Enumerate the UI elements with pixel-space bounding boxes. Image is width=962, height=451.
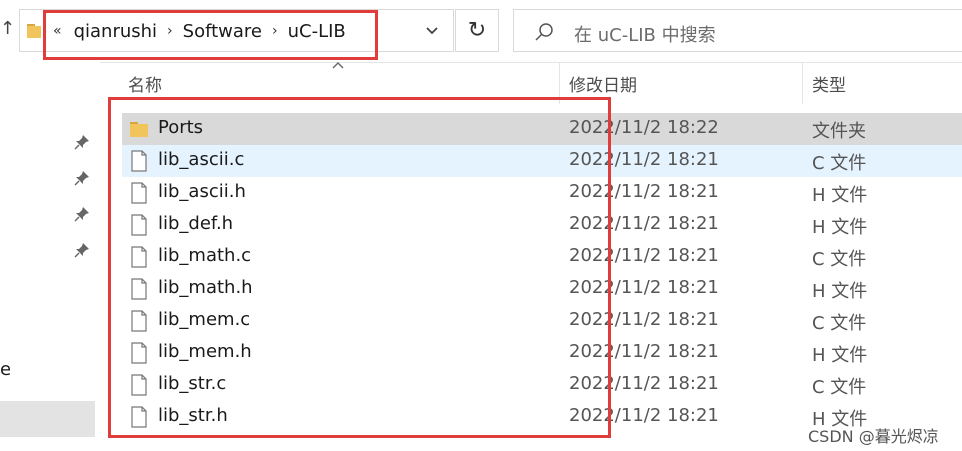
file-row[interactable]: lib_mem.c 2022/11/2 18:21 C 文件 <box>122 305 962 337</box>
file-row[interactable]: lib_def.h 2022/11/2 18:21 H 文件 <box>122 209 962 241</box>
file-row[interactable]: lib_math.c 2022/11/2 18:21 C 文件 <box>122 241 962 273</box>
file-type: C 文件 <box>812 249 867 270</box>
file-icon <box>129 214 149 236</box>
column-header-name[interactable]: 名称 <box>122 62 559 104</box>
pin-icon[interactable] <box>74 242 90 258</box>
file-name: lib_mem.c <box>158 309 251 330</box>
file-icon <box>129 342 149 364</box>
file-date: 2022/11/2 18:21 <box>569 405 719 426</box>
pin-icon[interactable] <box>74 170 90 186</box>
file-row[interactable]: lib_math.h 2022/11/2 18:21 H 文件 <box>122 273 962 305</box>
file-date: 2022/11/2 18:21 <box>569 149 719 170</box>
file-row[interactable]: lib_ascii.h 2022/11/2 18:21 H 文件 <box>122 177 962 209</box>
file-date: 2022/11/2 18:21 <box>569 373 719 394</box>
search-icon <box>535 23 553 41</box>
file-name: lib_math.c <box>158 245 252 266</box>
file-type: C 文件 <box>812 313 867 334</box>
column-date-label: 修改日期 <box>569 75 637 96</box>
file-name: lib_str.c <box>158 373 227 394</box>
file-date: 2022/11/2 18:21 <box>569 181 719 202</box>
file-row[interactable]: lib_str.c 2022/11/2 18:21 C 文件 <box>122 369 962 401</box>
pin-icon[interactable] <box>74 134 90 150</box>
file-type: H 文件 <box>812 217 868 238</box>
file-date: 2022/11/2 18:21 <box>569 213 719 234</box>
file-row[interactable]: lib_mem.h 2022/11/2 18:21 H 文件 <box>122 337 962 369</box>
address-bar[interactable]: « qianrushi › Software › uC-LIB <box>19 9 454 52</box>
file-type: 文件夹 <box>812 121 866 142</box>
column-type-label: 类型 <box>812 75 846 96</box>
breadcrumb-item-software[interactable]: Software <box>183 21 262 42</box>
up-arrow-icon[interactable]: ↑ <box>0 18 12 39</box>
file-row[interactable]: lib_ascii.c 2022/11/2 18:21 C 文件 <box>122 145 962 177</box>
file-name: lib_ascii.h <box>158 181 246 202</box>
breadcrumb-item-qianrushi[interactable]: qianrushi <box>74 21 157 42</box>
watermark: CSDN @暮光烬凉 <box>808 427 939 446</box>
file-icon <box>129 278 149 300</box>
file-name: lib_mem.h <box>158 341 252 362</box>
file-date: 2022/11/2 18:21 <box>569 245 719 266</box>
overflow-chevron-icon[interactable]: « <box>53 23 62 39</box>
file-name: lib_str.h <box>158 405 228 426</box>
folder-icon <box>129 118 149 140</box>
chevron-right-icon[interactable]: › <box>272 23 278 39</box>
breadcrumb: « qianrushi › Software › uC-LIB <box>53 20 346 42</box>
chevron-down-icon[interactable] <box>424 23 440 39</box>
pin-icon[interactable] <box>74 206 90 222</box>
file-icon <box>129 246 149 268</box>
file-type: C 文件 <box>812 377 867 398</box>
file-date: 2022/11/2 18:21 <box>569 341 719 362</box>
search-input[interactable]: 在 uC-LIB 中搜索 <box>574 21 716 47</box>
file-date: 2022/11/2 18:21 <box>569 277 719 298</box>
chevron-right-icon[interactable]: › <box>167 23 173 39</box>
nav-item-truncated[interactable]: e <box>0 359 10 380</box>
file-name: lib_def.h <box>158 213 234 234</box>
file-type: H 文件 <box>812 281 868 302</box>
navigation-pane: e <box>0 62 100 451</box>
refresh-button[interactable]: ↻ <box>455 9 499 52</box>
column-header-date[interactable]: 修改日期 <box>560 62 802 104</box>
file-name: lib_math.h <box>158 277 253 298</box>
file-icon <box>129 310 149 332</box>
file-date: 2022/11/2 18:21 <box>569 309 719 330</box>
file-name: lib_ascii.c <box>158 149 245 170</box>
file-icon <box>129 150 149 172</box>
file-type: H 文件 <box>812 345 868 366</box>
address-toolbar: ↑ « qianrushi › Software › uC-LIB ↻ 在 uC… <box>0 0 962 63</box>
folder-icon <box>27 24 41 38</box>
file-row[interactable]: Ports 2022/11/2 18:22 文件夹 <box>122 113 962 145</box>
file-type: C 文件 <box>812 153 867 174</box>
file-icon <box>129 374 149 396</box>
file-name: Ports <box>158 117 204 138</box>
file-type: H 文件 <box>812 185 868 206</box>
nav-item-selected[interactable] <box>0 401 95 437</box>
file-icon <box>129 406 149 428</box>
breadcrumb-item-uc-lib[interactable]: uC-LIB <box>288 21 346 42</box>
column-name-label: 名称 <box>128 75 162 96</box>
file-date: 2022/11/2 18:22 <box>569 117 719 138</box>
search-box[interactable]: 在 uC-LIB 中搜索 <box>513 9 962 52</box>
file-icon <box>129 182 149 204</box>
column-header-type[interactable]: 类型 <box>803 62 962 104</box>
